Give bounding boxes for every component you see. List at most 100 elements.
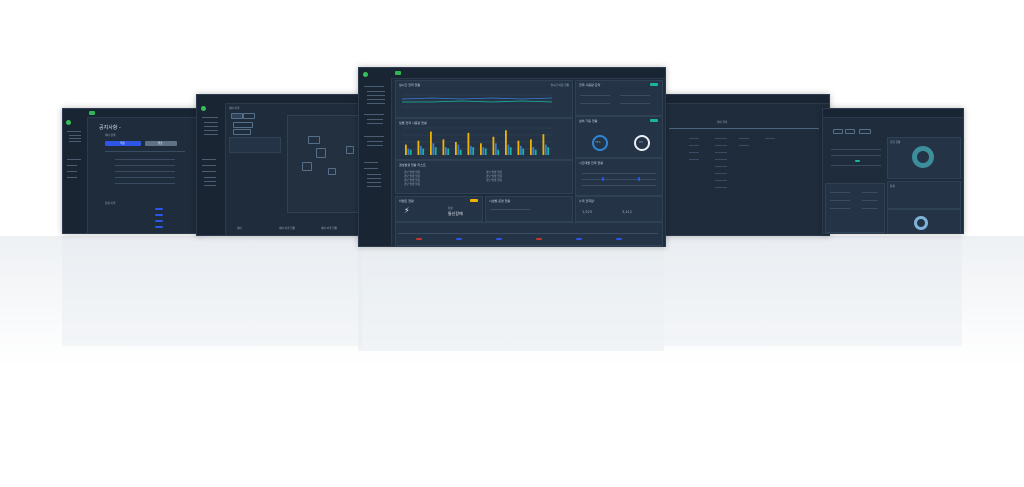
sidebar-item[interactable] [367,174,381,175]
filter-button[interactable] [833,129,843,134]
chart-bar [459,149,462,155]
sidebar-item[interactable] [367,119,383,120]
sidebar-item[interactable] [202,165,216,166]
sidebar-item[interactable] [367,103,385,104]
sidebar-item[interactable] [204,122,218,123]
map-marker[interactable] [316,148,326,158]
tab[interactable] [243,113,255,119]
sidebar-item[interactable] [69,141,81,142]
map-marker[interactable] [302,162,312,171]
sidebar-item[interactable] [204,130,218,131]
chart-bar [530,139,532,155]
sidebar-item[interactable] [204,177,216,178]
hourly-panel: 시간대별 전력 현황 [575,158,663,196]
chart-bar [407,148,410,155]
tab[interactable] [233,122,253,128]
metric-row [620,95,650,96]
gauge-icon [914,216,928,230]
event-status: 정상 [448,207,453,210]
table-row [715,159,727,160]
chart-bar [447,148,450,155]
sidebar-item[interactable] [364,114,384,115]
logo-icon [201,106,206,111]
chart-bar [442,139,445,155]
chart-bar [444,147,447,155]
sidebar-item[interactable] [202,117,218,118]
screen-far-left: 공지사항 - 제어 상태 적용 취소 설정 이력 [62,108,204,234]
sidebar-item[interactable] [204,181,216,182]
table-row [689,152,699,153]
status-chip [155,220,163,222]
chart-bar [507,144,510,155]
panel-title: 통계 [890,185,895,188]
sidebar-item[interactable] [67,159,81,160]
chart-bar [472,147,475,155]
status-chip [155,214,163,216]
chart-bar [522,148,525,155]
reflection-center [358,236,664,351]
status-badge [650,119,658,122]
sidebar-item[interactable] [367,91,385,92]
sidebar-item[interactable] [67,171,77,172]
map-marker[interactable] [328,168,336,175]
event-panel: 이벤트 현황 ⚡ 정상 통신장애 [395,196,483,222]
table-header [669,128,819,129]
sidebar-item[interactable] [67,177,77,178]
map-marker[interactable] [308,136,320,144]
sidebar-item[interactable] [364,162,378,163]
sidebar-item[interactable] [364,136,384,137]
sidebar-item[interactable] [367,95,385,96]
menu-button[interactable] [89,111,95,115]
alarm-row[interactable]: 경보 발생 알림 [486,178,502,182]
sidebar-item[interactable] [67,131,81,132]
panel-title: 시설별 운영 현황 [489,199,511,203]
chart-bar [534,149,537,155]
chart-bar [405,144,407,155]
sidebar-item[interactable] [367,145,383,146]
sidebar-item[interactable] [67,165,77,166]
gauge-value: 0% [639,141,644,144]
sidebar-item[interactable] [367,123,383,124]
sidebar-item[interactable] [69,138,81,139]
map-marker[interactable] [346,146,354,154]
sidebar-item[interactable] [367,186,381,187]
operation-panel: 설비 가동 현황 75% 0% [575,116,663,158]
sidebar-item[interactable] [204,126,218,127]
grid-line [582,173,656,174]
list-row [831,155,881,156]
filter-button[interactable] [845,129,855,134]
sidebar-item[interactable] [202,171,216,172]
sidebar-item[interactable] [202,159,216,160]
sidebar-item[interactable] [204,185,216,186]
chart-bar [432,143,435,155]
alarm-list-panel: 경보발생 현황 리스트 경보 발생 알림 경보 발생 알림 경보 발생 알림 경… [395,160,573,194]
chart-marker [638,177,640,181]
chart-bar [409,149,412,155]
footer-label: 제어 이력 현황 [321,227,337,230]
screen-right: 설비 목록 [664,94,830,236]
tab[interactable] [231,113,243,119]
map-view[interactable] [287,115,359,213]
sidebar-item[interactable] [364,168,378,169]
sidebar-item[interactable] [367,99,385,100]
chart-bar [505,130,507,155]
table-row [689,159,699,160]
table-row [715,152,727,153]
sidebar-item[interactable] [367,141,383,142]
menu-button[interactable] [395,71,401,75]
table-title: 설비 목록 [717,121,728,124]
sidebar-item[interactable] [367,182,381,183]
chart-bar [480,143,482,155]
sidebar-item[interactable] [367,178,381,179]
panel-title: 운영 현황 [890,141,901,144]
sidebar-item[interactable] [204,134,218,135]
list-panel [825,183,885,233]
tab[interactable] [233,129,251,135]
alarm-row[interactable]: 경보 발생 알림 [404,182,420,186]
sidebar-item[interactable] [364,86,384,87]
filter-button[interactable] [859,129,871,134]
table-row [115,159,175,160]
sidebar-item[interactable] [69,135,81,136]
panel-title: 월별 전력 사용량 현황 [399,121,427,125]
chart-bar [544,144,547,155]
